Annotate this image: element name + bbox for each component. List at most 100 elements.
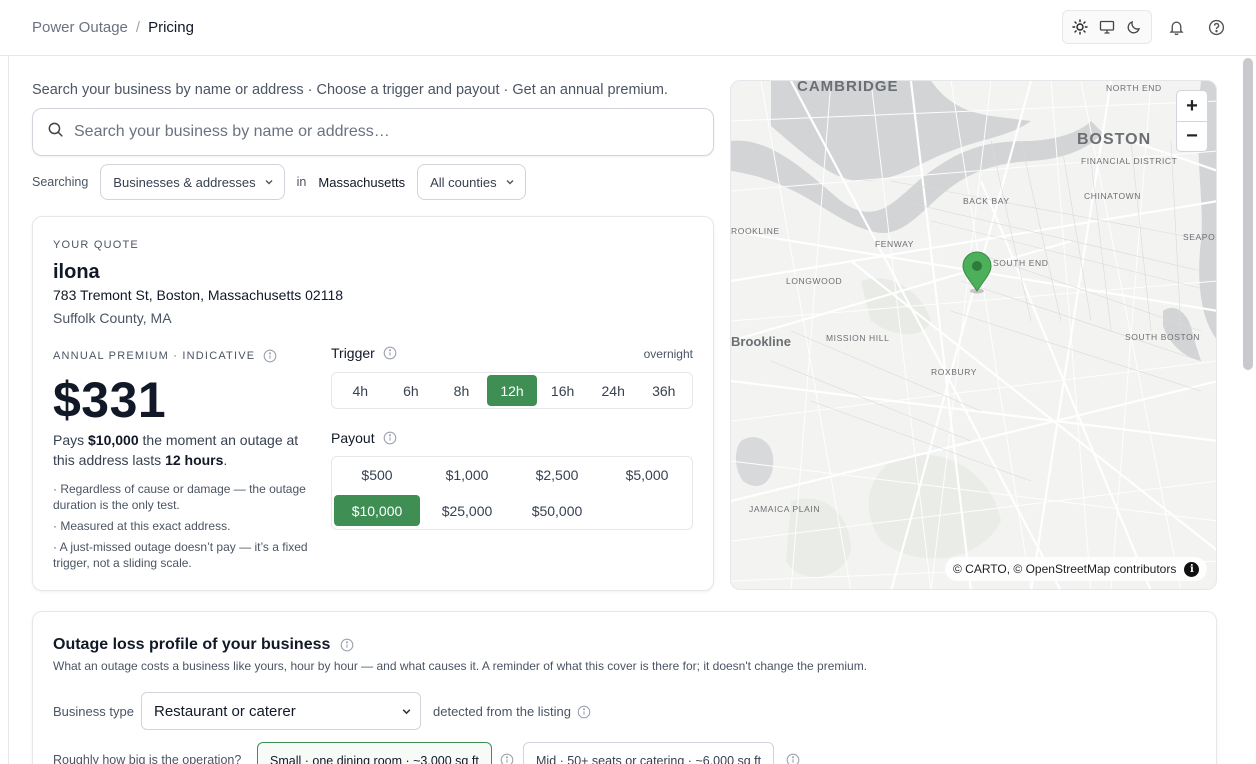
info-icon[interactable] [340, 638, 354, 652]
trigger-option[interactable]: 36h [638, 375, 689, 406]
size-option-selected[interactable]: Small · one dining room · ~3,000 sq ft [257, 742, 492, 764]
desc-trigger-hours: 12 hours [165, 452, 224, 468]
scope-select-value: Businesses & addresses [113, 174, 256, 190]
payout-selector: $500 $1,000 $2,500 $5,000 $10,000 $25,00… [331, 456, 693, 530]
searching-label: Searching [32, 175, 89, 189]
trigger-option[interactable]: 6h [386, 375, 437, 406]
map-label-longwood: LONGWOOD [786, 276, 842, 286]
loss-profile-heading: Outage loss profile of your business [53, 636, 354, 654]
trigger-option[interactable]: 16h [537, 375, 588, 406]
county-select[interactable]: All counties [417, 164, 526, 200]
premium-label: ANNUAL PREMIUM · INDICATIVE [53, 349, 277, 363]
light-theme-icon[interactable] [1068, 15, 1092, 39]
loss-profile-description: What an outage costs a business like you… [53, 659, 868, 673]
map-label-north-end: NORTH END [1106, 83, 1162, 93]
page-scrollbar[interactable] [1243, 58, 1253, 370]
premium-label-text: ANNUAL PREMIUM · INDICATIVE [53, 350, 256, 362]
street-grid [770, 140, 1212, 482]
quote-notes: · Regardless of cause or damage — the ou… [53, 481, 313, 576]
map-label-brookline: Brookline [731, 334, 791, 349]
trigger-option-selected[interactable]: 12h [486, 375, 538, 406]
info-icon[interactable] [263, 349, 277, 363]
desc-prefix: Pays [53, 432, 85, 448]
loss-profile-card: Outage loss profile of your business Wha… [32, 611, 1217, 764]
search-input[interactable] [74, 123, 674, 141]
map-label-seaport: SEAPOR [1183, 232, 1217, 242]
breadcrumb-current: Pricing [148, 19, 194, 36]
intro-text: Search your business by name or address … [32, 82, 668, 98]
map-zoom-controls: + − [1176, 90, 1208, 152]
chevron-down-icon [265, 180, 273, 185]
jamaica-pond [735, 437, 774, 486]
map-label-back-bay: BACK BAY [963, 196, 1010, 206]
info-icon[interactable] [383, 346, 397, 360]
attribution-info-icon[interactable]: i [1184, 561, 1200, 577]
payout-option[interactable]: $2,500 [514, 459, 600, 490]
map-label-roxbury: ROXBURY [931, 367, 977, 377]
size-label: Roughly how big is the operation? [53, 753, 242, 764]
quote-note: · A just-missed outage doesn’t pay — it’… [53, 540, 308, 570]
map-label-chinatown: CHINATOWN [1084, 191, 1141, 201]
notifications-bell-icon[interactable] [1165, 16, 1187, 38]
info-icon[interactable] [383, 431, 397, 445]
payout-option[interactable]: $1,000 [424, 459, 510, 490]
breadcrumb-parent[interactable]: Power Outage [32, 19, 128, 36]
location-map[interactable]: CAMBRIDGE NORTH END BOSTON FINANCIAL DIS… [730, 80, 1217, 590]
dark-theme-icon[interactable] [1122, 15, 1146, 39]
breadcrumb: Power Outage / Pricing [32, 19, 194, 36]
state-value: Massachusetts [318, 174, 406, 190]
info-icon[interactable] [577, 705, 591, 719]
info-icon[interactable] [786, 753, 800, 764]
theme-switcher [1062, 10, 1152, 44]
trigger-option[interactable]: 8h [436, 375, 487, 406]
payout-option[interactable]: $50,000 [514, 495, 600, 526]
detected-note-text: detected from the listing [433, 704, 572, 719]
info-icon[interactable] [500, 753, 514, 764]
search-icon [47, 121, 64, 143]
business-type-value: Restaurant or caterer [154, 702, 296, 720]
breadcrumb-separator: / [135, 19, 141, 36]
map-label-mission-hill: MISSION HILL [826, 333, 889, 343]
sidebar-edge [8, 0, 9, 764]
zoom-in-button[interactable]: + [1177, 91, 1207, 121]
quote-note: · Measured at this exact address. [53, 519, 231, 533]
system-theme-icon[interactable] [1095, 15, 1119, 39]
zoom-out-button[interactable]: − [1177, 121, 1207, 151]
top-bar: Power Outage / Pricing [0, 0, 1256, 56]
business-type-select[interactable]: Restaurant or caterer [141, 692, 421, 730]
payout-label: Payout [331, 430, 375, 446]
attribution-text[interactable]: © CARTO, © OpenStreetMap contributors [953, 562, 1176, 576]
map-canvas: CAMBRIDGE NORTH END BOSTON FINANCIAL DIS… [731, 81, 1217, 589]
scope-select[interactable]: Businesses & addresses [100, 164, 285, 200]
trigger-heading: Trigger [331, 345, 397, 361]
premium-description: Pays $10,000 the moment an outage at thi… [53, 430, 315, 470]
quote-card: YOUR QUOTE ilona 783 Tremont St, Boston,… [32, 216, 714, 591]
detected-note: detected from the listing [433, 704, 591, 719]
payout-option[interactable]: $500 [334, 459, 420, 490]
payout-option[interactable]: $25,000 [424, 495, 510, 526]
county-select-value: All counties [430, 174, 497, 190]
trigger-selector: 4h 6h 8h 12h 16h 24h 36h [331, 372, 693, 409]
premium-amount: $331 [53, 372, 167, 428]
quote-note: · Regardless of cause or damage — the ou… [53, 482, 306, 512]
map-label-jamaica-plain: JAMAICA PLAIN [749, 504, 820, 514]
map-label-south-boston: SOUTH BOSTON [1125, 332, 1200, 342]
business-name: ilona [53, 261, 100, 283]
map-label-fenway: FENWAY [875, 239, 914, 249]
chevron-down-icon [506, 180, 514, 185]
quote-label: YOUR QUOTE [53, 239, 139, 251]
search-filters: Searching Businesses & addresses in Mass… [32, 164, 526, 200]
trigger-option[interactable]: 4h [335, 375, 386, 406]
trigger-note: overnight [643, 347, 693, 361]
map-attribution: © CARTO, © OpenStreetMap contributors i [945, 557, 1208, 581]
size-option[interactable]: Mid · 50+ seats or catering · ~6,000 sq … [523, 742, 775, 764]
help-icon[interactable] [1205, 16, 1227, 38]
desc-end: . [223, 452, 228, 468]
payout-option-selected[interactable]: $10,000 [334, 495, 420, 526]
business-search[interactable] [32, 108, 714, 156]
payout-option[interactable]: $5,000 [604, 459, 690, 490]
trigger-option[interactable]: 24h [588, 375, 639, 406]
map-label-brookline-north: ROOKLINE [731, 226, 780, 236]
business-type-label: Business type [53, 704, 134, 719]
desc-payout-amount: $10,000 [88, 432, 139, 448]
